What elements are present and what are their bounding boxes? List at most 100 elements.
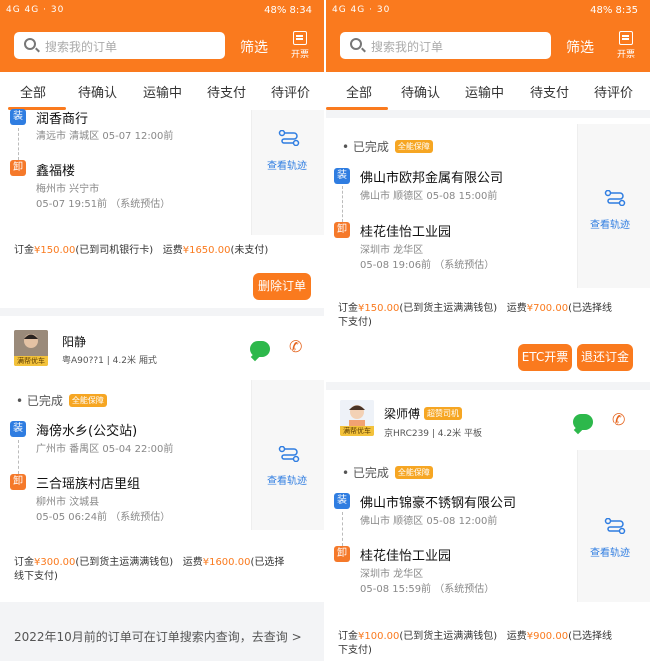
pickup-tag: 装 (10, 421, 26, 437)
view-track-link[interactable]: 查看轨迹 (267, 472, 307, 487)
drop-name: 三合瑶族村店里组 (36, 477, 141, 492)
driver-meta: 京HRC239 | 4.2米 平板 (384, 429, 482, 439)
order-card[interactable]: • 已完成 全能保障 装 佛山市欧邦金属有限公司 佛山市 顺德区 05-08 15… (326, 118, 650, 382)
search-input[interactable]: 搜索我的订单 (340, 32, 551, 59)
drop-address-eta: 05-05 06:24前 （系统预估） (36, 512, 171, 523)
track-panel[interactable]: 查看轨迹 (252, 110, 324, 235)
pickup-address: 清远市 清城区 05-07 12:00前 (36, 131, 174, 142)
drop-address-region: 深圳市 龙华区 (360, 569, 424, 580)
pickup-tag: 装 (10, 109, 26, 125)
driver-name: 梁师傅 (384, 407, 421, 421)
etc-invoice-button[interactable]: ETC开票 (518, 344, 572, 371)
track-panel[interactable]: 查看轨迹 (578, 124, 650, 288)
tab-all[interactable]: 全部 (20, 82, 46, 101)
pickup-address: 佛山市 顺德区 05-08 15:00前 (360, 191, 498, 202)
phone-icon[interactable]: ✆ (612, 411, 630, 429)
avatar-badge: 满帮优车 (340, 426, 374, 436)
route-line (342, 512, 343, 546)
freight-amount: ¥1650.00 (182, 245, 231, 256)
tab-pending-review[interactable]: 待评价 (271, 82, 310, 101)
deposit-label: 订金 (14, 557, 34, 568)
freight-amount: ¥1600.00 (202, 557, 251, 568)
pickup-address: 佛山市 顺德区 05-08 12:00前 (360, 516, 498, 527)
route-track-icon (278, 446, 300, 462)
tab-pending-review[interactable]: 待评价 (594, 82, 633, 101)
track-panel[interactable]: 查看轨迹 (252, 380, 324, 530)
guarantee-badge: 全能保障 (394, 466, 433, 479)
order-card[interactable]: 装 润香商行 清远市 清城区 05-07 12:00前 卸 鑫福楼 梅州市 兴宁… (0, 109, 324, 308)
search-placeholder: 搜索我的订单 (45, 40, 118, 54)
guarantee-badge: 全能保障 (394, 140, 433, 153)
status-text: 已完成 (26, 394, 63, 408)
refund-deposit-button[interactable]: 退还订金 (577, 344, 633, 371)
tab-pending-payment[interactable]: 待支付 (530, 82, 569, 101)
drop-tag: 卸 (10, 474, 26, 490)
route-box: • 已完成 全能保障 装 海傍水乡(公交站) 广州市 番禺区 05-04 22:0… (0, 380, 252, 530)
chat-icon[interactable] (250, 341, 270, 357)
left-screen: 4G 4G · 30 48% 8:34 搜索我的订单 筛选 开票 全部 待确认 … (0, 0, 324, 661)
avatar-badge: 满帮优车 (14, 356, 48, 366)
tab-in-transit[interactable]: 运输中 (465, 82, 504, 101)
fee-line: 订金¥100.00(已到货主运满满钱包) 运费¥900.00(已选择线 下支付) (338, 630, 612, 658)
tab-pending-confirm[interactable]: 待确认 (78, 82, 117, 101)
invoice-icon (293, 31, 307, 45)
tab-pending-confirm[interactable]: 待确认 (401, 82, 440, 101)
deposit-amount: ¥150.00 (34, 245, 76, 256)
freight-amount: ¥700.00 (526, 303, 569, 314)
deposit-note: (已到货主运满满钱包) (75, 557, 174, 568)
pickup-tag: 装 (334, 168, 350, 184)
delete-order-button[interactable]: 删除订单 (253, 273, 311, 300)
order-tabs: 全部 待确认 运输中 待支付 待评价 (326, 72, 650, 110)
guarantee-badge: 全能保障 (68, 394, 107, 407)
freight-note: (已选择线 (568, 631, 612, 642)
route-track-icon (278, 130, 300, 146)
order-card[interactable]: 满帮优车 梁师傅 超赞司机 京HRC239 | 4.2米 平板 ✆ • 已完成全… (326, 390, 650, 661)
drop-address-eta: 05-07 19:51前 （系统预估） (36, 199, 171, 210)
drop-name: 桂花佳怡工业园 (360, 549, 452, 564)
freight-note: (已选择 (250, 557, 285, 568)
drop-tag: 卸 (334, 222, 350, 238)
chat-icon[interactable] (573, 414, 593, 430)
drop-tag: 卸 (10, 160, 26, 176)
status-bar-right: 48% 8:35 (590, 5, 638, 16)
tab-underline (326, 107, 388, 110)
deposit-amount: ¥300.00 (34, 557, 76, 568)
freight-label: 运费 (162, 245, 183, 256)
fee-line: 订金¥150.00(已到货主运满满钱包) 运费¥700.00(已选择线 下支付) (338, 302, 612, 330)
freight-note-cont: 下支付) (338, 645, 372, 656)
invoice-button[interactable]: 开票 (611, 31, 641, 60)
phone-icon[interactable]: ✆ (289, 338, 307, 356)
freight-label: 运费 (506, 631, 527, 642)
route-box: • 已完成 全能保障 装 佛山市欧邦金属有限公司 佛山市 顺德区 05-08 15… (326, 124, 578, 288)
pickup-address: 广州市 番禺区 05-04 22:00前 (36, 444, 174, 455)
driver-meta: 粤A90??1 | 4.2米 厢式 (62, 356, 157, 366)
route-track-icon (604, 518, 626, 534)
track-panel[interactable]: 查看轨迹 (578, 450, 650, 602)
driver-avatar-illustration (340, 400, 374, 426)
route-box: 装 润香商行 清远市 清城区 05-07 12:00前 卸 鑫福楼 梅州市 兴宁… (0, 109, 252, 235)
drop-tag: 卸 (334, 546, 350, 562)
view-track-link[interactable]: 查看轨迹 (267, 157, 307, 172)
freight-note: (已选择线 (568, 303, 612, 314)
freight-note-cont: 下支付) (338, 317, 372, 328)
filter-button[interactable]: 筛选 (566, 37, 594, 57)
history-query-link[interactable]: 2022年10月前的订单可在订单搜索内查询，去查询 > (14, 628, 302, 645)
status-bar-left: 4G 4G · 30 (6, 5, 65, 15)
tab-in-transit[interactable]: 运输中 (143, 82, 182, 101)
invoice-button[interactable]: 开票 (285, 31, 315, 60)
tab-all[interactable]: 全部 (346, 82, 372, 101)
order-tabs: 全部 待确认 运输中 待支付 待评价 (0, 72, 324, 110)
view-track-link[interactable]: 查看轨迹 (590, 216, 630, 231)
filter-button[interactable]: 筛选 (240, 37, 268, 57)
driver-photo (14, 330, 48, 356)
fee-line: 订金¥300.00(已到货主运满满钱包) 运费¥1600.00(已选择 线下支付… (14, 556, 284, 584)
search-placeholder: 搜索我的订单 (371, 40, 444, 54)
tab-pending-payment[interactable]: 待支付 (207, 82, 246, 101)
header: 4G 4G · 30 48% 8:34 搜索我的订单 筛选 开票 (0, 0, 324, 72)
drop-name: 鑫福楼 (36, 164, 76, 179)
status-text: 已完成 (352, 466, 389, 480)
view-track-link[interactable]: 查看轨迹 (590, 544, 630, 559)
invoice-label: 开票 (616, 50, 635, 60)
search-input[interactable]: 搜索我的订单 (14, 32, 225, 59)
order-card[interactable]: 满帮优车 阳静 粤A90??1 | 4.2米 厢式 ✆ • 已完成 全能保障 装 … (0, 316, 324, 602)
